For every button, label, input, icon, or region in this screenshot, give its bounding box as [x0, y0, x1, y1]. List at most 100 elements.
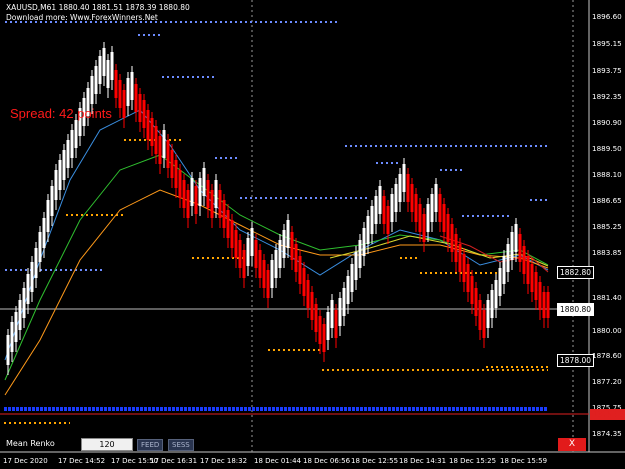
- candle-body: [66, 140, 70, 168]
- price-label: 1883.85: [592, 248, 622, 257]
- candle-body: [390, 194, 394, 222]
- candle-body: [42, 218, 46, 248]
- candle-body: [98, 56, 102, 84]
- candle-body: [230, 220, 234, 248]
- candle-body: [122, 90, 126, 118]
- candle-body: [162, 130, 166, 158]
- renko-mode-label: Mean Renko: [6, 439, 55, 448]
- candle-body: [110, 52, 114, 80]
- candle-body: [262, 260, 266, 288]
- candle-body: [474, 288, 478, 316]
- candle-body: [382, 196, 386, 224]
- candle-body: [94, 66, 98, 94]
- time-label: 17 Dec 16:31: [150, 457, 198, 465]
- brick-size-input[interactable]: 120: [81, 438, 133, 451]
- time-label: 18 Dec 12:55: [351, 457, 399, 465]
- candle-body: [294, 244, 298, 272]
- candle-body: [226, 210, 230, 238]
- price-label: 1874.35: [592, 429, 622, 438]
- candle-body: [30, 262, 34, 292]
- candle-body: [306, 280, 310, 308]
- candle-body: [546, 292, 550, 318]
- candle-body: [14, 312, 18, 342]
- candle-body: [490, 290, 494, 318]
- candle-body: [318, 316, 322, 344]
- candle-body: [470, 276, 474, 304]
- candle-body: [242, 250, 246, 278]
- candle-body: [90, 76, 94, 104]
- candle-body: [418, 204, 422, 232]
- candle-body: [198, 178, 202, 206]
- candle-body: [398, 174, 402, 202]
- candle-body: [130, 72, 134, 100]
- candle-body: [326, 312, 330, 340]
- download-link-text: Download more: Www.ForexWinners.Net: [6, 13, 158, 22]
- candle-body: [18, 300, 22, 330]
- sess-button[interactable]: SESS: [168, 439, 194, 451]
- candle-body: [370, 206, 374, 234]
- candle-body: [330, 300, 334, 328]
- candle-body: [178, 170, 182, 198]
- candle-body: [286, 220, 290, 248]
- candle-body: [438, 194, 442, 222]
- candle-body: [278, 240, 282, 268]
- renko-toolbar: Mean Renko 120 FEED SESS X: [0, 437, 590, 452]
- price-label: 1877.20: [592, 377, 622, 386]
- time-label: 17 Dec 18:32: [200, 457, 248, 465]
- candle-body: [194, 186, 198, 214]
- candle-body: [290, 232, 294, 260]
- candle-body: [182, 180, 186, 208]
- candle-body: [334, 310, 338, 338]
- candle-body: [454, 234, 458, 262]
- time-label: 18 Dec 15:59: [500, 457, 548, 465]
- candle-body: [338, 298, 342, 326]
- candle-body: [350, 264, 354, 292]
- candle-body: [50, 186, 54, 216]
- candle-body: [210, 190, 214, 218]
- price-label: 1892.35: [592, 92, 622, 101]
- price-label: 1881.40: [592, 293, 622, 302]
- candle-body: [342, 288, 346, 316]
- candle-body: [522, 246, 526, 274]
- candle-body: [366, 216, 370, 244]
- candle-body: [146, 110, 150, 140]
- candle-body: [154, 126, 158, 154]
- candle-body: [138, 94, 142, 122]
- price-label: 1893.75: [592, 66, 622, 75]
- time-label: 18 Dec 01:44: [254, 457, 302, 465]
- candle-body: [126, 78, 130, 106]
- candle-body: [430, 194, 434, 222]
- candle-body: [374, 196, 378, 224]
- price-label: 1896.60: [592, 12, 622, 21]
- candle-body: [426, 204, 430, 232]
- candle-body: [38, 232, 42, 262]
- candle-body: [422, 214, 426, 242]
- candle-body: [102, 48, 106, 76]
- chart-canvas[interactable]: [0, 0, 625, 469]
- candle-body: [498, 268, 502, 296]
- candle-body: [358, 240, 362, 268]
- candle-body: [446, 214, 450, 242]
- candle-body: [450, 224, 454, 252]
- feed-button[interactable]: FEED: [137, 439, 164, 451]
- candle-body: [378, 186, 382, 214]
- candle-body: [62, 150, 66, 180]
- candle-body: [402, 164, 406, 192]
- candle-body: [250, 228, 254, 256]
- candle-body: [534, 272, 538, 300]
- spread-indicator: Spread: 42 points: [10, 106, 112, 121]
- candle-body: [218, 190, 222, 218]
- candle-body: [150, 118, 154, 146]
- close-button[interactable]: X: [558, 438, 586, 451]
- candle-body: [302, 268, 306, 296]
- candle-body: [134, 84, 138, 112]
- candle-body: [46, 200, 50, 232]
- candle-body: [254, 240, 258, 268]
- price-label: 1888.10: [592, 170, 622, 179]
- candle-body: [514, 224, 518, 252]
- candle-body: [354, 252, 358, 280]
- candle-body: [462, 254, 466, 282]
- candle-body: [510, 232, 514, 260]
- candle-body: [494, 280, 498, 308]
- candle-body: [58, 160, 62, 190]
